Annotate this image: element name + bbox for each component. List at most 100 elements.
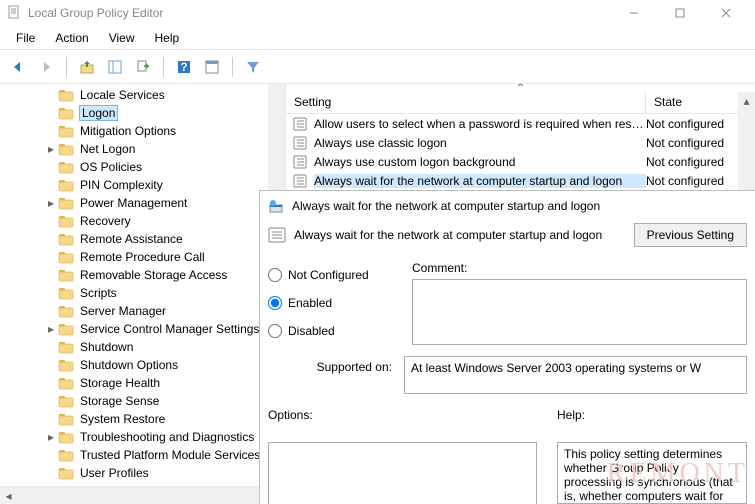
- radio-not-configured[interactable]: Not Configured: [268, 261, 392, 289]
- filter-button[interactable]: [241, 55, 265, 79]
- tree-item[interactable]: ▸Scripts: [0, 284, 285, 302]
- folder-icon: [58, 195, 74, 211]
- expand-icon[interactable]: ▸: [44, 196, 58, 210]
- maximize-button[interactable]: [657, 0, 703, 26]
- tree-item[interactable]: ▸Recovery: [0, 212, 285, 230]
- properties-button[interactable]: [200, 55, 224, 79]
- show-hide-tree-button[interactable]: [103, 55, 127, 79]
- toolbar-separator: [66, 57, 67, 77]
- tree-item[interactable]: ▸Storage Sense: [0, 392, 285, 410]
- folder-icon: [58, 303, 74, 319]
- title-bar: Local Group Policy Editor: [0, 0, 755, 26]
- previous-setting-button[interactable]: Previous Setting: [634, 223, 747, 247]
- radio-enabled[interactable]: Enabled: [268, 289, 392, 317]
- list-column-headers: Setting State: [286, 92, 755, 114]
- list-row[interactable]: Allow users to select when a password is…: [286, 114, 755, 133]
- tree-item[interactable]: ▸Locale Services: [0, 86, 285, 104]
- up-level-button[interactable]: [75, 55, 99, 79]
- list-row[interactable]: Always use custom logon backgroundNot co…: [286, 152, 755, 171]
- forward-button[interactable]: [34, 55, 58, 79]
- policy-item-icon: [292, 116, 308, 132]
- tree-item[interactable]: ▸Shutdown: [0, 338, 285, 356]
- tree-item[interactable]: ▸Remote Assistance: [0, 230, 285, 248]
- dialog-subtitle: Always wait for the network at computer …: [294, 228, 602, 242]
- back-button[interactable]: [6, 55, 30, 79]
- folder-icon: [58, 465, 74, 481]
- tree-item[interactable]: ▸Removable Storage Access: [0, 266, 285, 284]
- list-row[interactable]: Always use classic logonNot configured: [286, 133, 755, 152]
- menu-action[interactable]: Action: [45, 28, 98, 48]
- expand-icon[interactable]: ▸: [44, 142, 58, 156]
- toolbar-separator: [163, 57, 164, 77]
- radio-enabled-input[interactable]: [268, 296, 282, 310]
- radio-disabled-input[interactable]: [268, 324, 282, 338]
- tree-item-label: Net Logon: [80, 142, 135, 156]
- menu-file[interactable]: File: [6, 28, 45, 48]
- tree-item[interactable]: ▸System Restore: [0, 410, 285, 428]
- window-title: Local Group Policy Editor: [28, 6, 611, 20]
- comment-input[interactable]: [412, 279, 747, 345]
- radio-not-configured-input[interactable]: [268, 268, 282, 282]
- comment-label: Comment:: [412, 261, 747, 275]
- scroll-up-icon[interactable]: ▴: [738, 92, 755, 109]
- dialog-title: Always wait for the network at computer …: [292, 199, 600, 213]
- minimize-button[interactable]: [611, 0, 657, 26]
- tree-item[interactable]: ▸ Net Logon: [0, 140, 285, 158]
- policy-settings-dialog: Always wait for the network at computer …: [259, 190, 755, 504]
- tree-item-label: Removable Storage Access: [80, 268, 227, 282]
- tree-item[interactable]: ▸ Service Control Manager Settings: [0, 320, 285, 338]
- tree-horizontal-scrollbar[interactable]: ◂ ▸: [0, 486, 285, 504]
- folder-icon: [58, 141, 74, 157]
- tree-item[interactable]: ▸Mitigation Options: [0, 122, 285, 140]
- list-row[interactable]: Always wait for the network at computer …: [286, 171, 755, 190]
- tree-item-label: Storage Health: [80, 376, 160, 390]
- export-list-button[interactable]: [131, 55, 155, 79]
- help-text: This policy setting determines whether G…: [557, 442, 747, 504]
- folder-icon: [58, 87, 74, 103]
- tree-item[interactable]: ▸Power Management: [0, 194, 285, 212]
- tree-item[interactable]: ▸User Profiles: [0, 464, 285, 482]
- tree-item-label: System Restore: [80, 412, 165, 426]
- help-button[interactable]: ?: [172, 55, 196, 79]
- tree-item[interactable]: ▸Storage Health: [0, 374, 285, 392]
- tree-item[interactable]: ▸Logon: [0, 104, 285, 122]
- folder-icon: [58, 321, 74, 337]
- menu-view[interactable]: View: [99, 28, 145, 48]
- tree-item[interactable]: ▸Shutdown Options: [0, 356, 285, 374]
- folder-icon: [58, 375, 74, 391]
- tree-item[interactable]: ▸Troubleshooting and Diagnostics: [0, 428, 285, 446]
- tree-item-label: Shutdown Options: [80, 358, 178, 372]
- tree-item[interactable]: ▸Remote Procedure Call: [0, 248, 285, 266]
- expand-icon[interactable]: ▸: [44, 322, 58, 336]
- tree-item-label: Mitigation Options: [80, 124, 176, 138]
- policy-item-icon: [292, 173, 308, 189]
- scroll-left-icon[interactable]: ◂: [0, 487, 17, 504]
- radio-enabled-label: Enabled: [288, 296, 332, 310]
- tree-item-label: Shutdown: [80, 340, 133, 354]
- svg-text:?: ?: [180, 60, 187, 74]
- list-scroll-up-icon[interactable]: ⌃: [286, 84, 755, 92]
- tree-item-label: Trusted Platform Module Services: [80, 448, 260, 462]
- tree-item[interactable]: ▸Server Manager: [0, 302, 285, 320]
- supported-on-field: At least Windows Server 2003 operating s…: [404, 356, 747, 394]
- tree-item-label: Service Control Manager Settings: [80, 322, 259, 336]
- supported-on-label: Supported on:: [268, 356, 392, 374]
- tree-item[interactable]: ▸OS Policies: [0, 158, 285, 176]
- folder-icon: [58, 285, 74, 301]
- close-button[interactable]: [703, 0, 749, 26]
- help-label: Help:: [557, 408, 747, 422]
- menu-help[interactable]: Help: [145, 28, 190, 48]
- options-label: Options:: [268, 408, 537, 422]
- tree-item[interactable]: ▸PIN Complexity: [0, 176, 285, 194]
- tree-item[interactable]: ▸Trusted Platform Module Services: [0, 446, 285, 464]
- tree-pane: ▸Locale Services▸Logon▸Mitigation Option…: [0, 84, 286, 504]
- folder-icon: [58, 123, 74, 139]
- policy-item-icon: [292, 135, 308, 151]
- tree-item-label: Remote Assistance: [80, 232, 183, 246]
- folder-icon: [58, 177, 74, 193]
- radio-disabled[interactable]: Disabled: [268, 317, 392, 345]
- expand-icon[interactable]: ▸: [44, 430, 58, 444]
- folder-icon: [58, 357, 74, 373]
- tree-item-label: Recovery: [80, 214, 131, 228]
- column-setting[interactable]: Setting: [286, 92, 646, 113]
